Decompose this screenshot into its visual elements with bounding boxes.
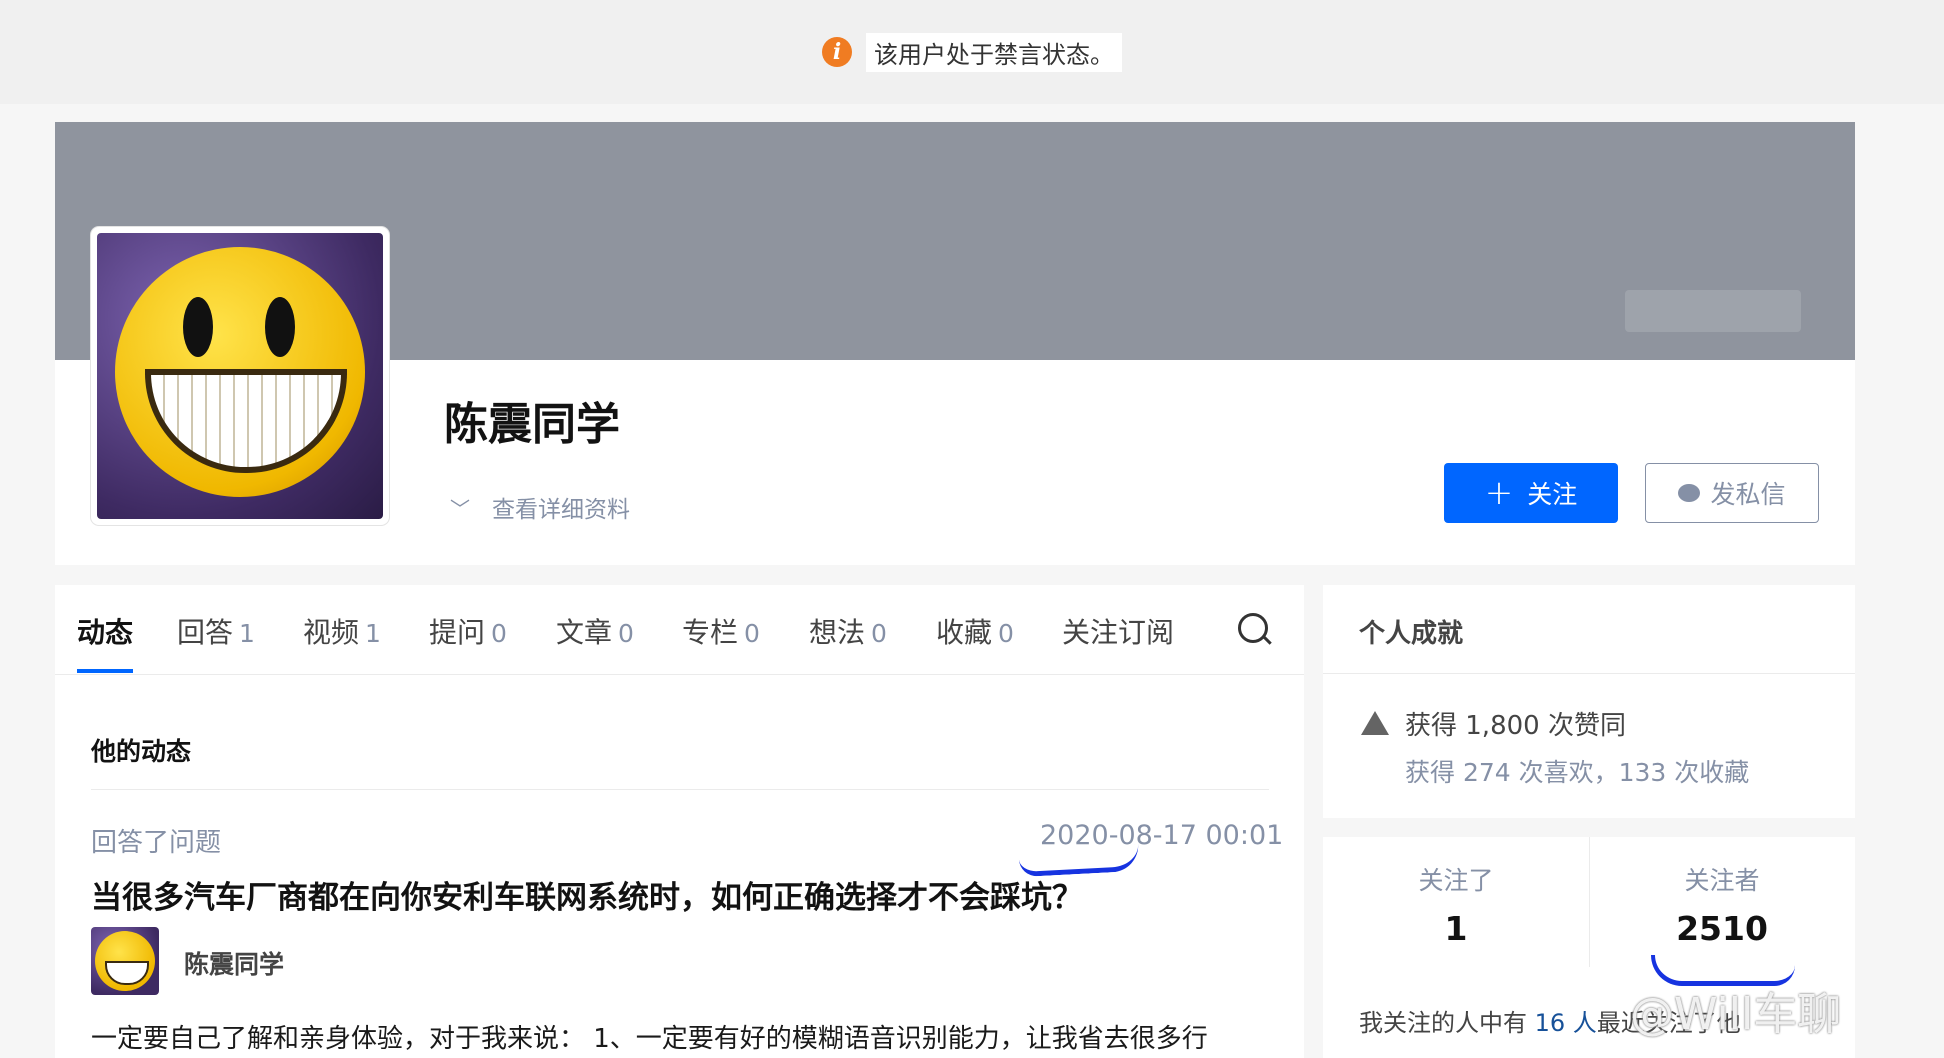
tab-videos[interactable]: 视频 1 bbox=[303, 611, 381, 651]
feed-item-excerpt[interactable]: 一定要自己了解和亲身体验，对于我来说： 1、一定要有好的模糊语音识别能力，让我省… bbox=[91, 1018, 1208, 1055]
tab-answers[interactable]: 回答 1 bbox=[177, 611, 255, 651]
follow-button-label: 关注 bbox=[1527, 480, 1578, 509]
followers-stat[interactable]: 关注者 2510 bbox=[1589, 861, 1855, 948]
view-details-label: 查看详细资料 bbox=[492, 497, 630, 523]
profile-name: 陈震同学 bbox=[444, 399, 620, 450]
feed-item-title[interactable]: 当很多汽车厂商都在向你安利车联网系统时，如何正确选择才不会踩坑？ bbox=[91, 872, 1083, 917]
tab-thoughts[interactable]: 想法 0 bbox=[809, 611, 887, 651]
following-value: 1 bbox=[1444, 909, 1468, 948]
cover-edit-button[interactable] bbox=[1625, 290, 1801, 332]
profile-tabs: 动态 回答 1 视频 1 提问 0 文章 0 专栏 0 想法 0 收藏 0 关注订阅 bbox=[55, 585, 1304, 675]
tab-questions[interactable]: 提问 0 bbox=[429, 611, 507, 651]
active-tab-indicator bbox=[77, 669, 133, 673]
follow-button[interactable]: + 关注 bbox=[1444, 463, 1618, 523]
following-stat[interactable]: 关注了 1 bbox=[1323, 861, 1589, 948]
following-label: 关注了 bbox=[1418, 866, 1494, 895]
search-icon[interactable] bbox=[1238, 613, 1268, 643]
tab-columns[interactable]: 专栏 0 bbox=[682, 611, 760, 651]
achievements-title: 个人成就 bbox=[1359, 619, 1464, 649]
info-icon: i bbox=[822, 37, 852, 67]
tab-collections[interactable]: 收藏 0 bbox=[936, 611, 1014, 651]
send-message-label: 发私信 bbox=[1710, 480, 1786, 509]
author-name[interactable]: 陈震同学 bbox=[184, 945, 284, 981]
notice-text: 该用户处于禁言状态。 bbox=[866, 32, 1122, 72]
feed-item-action: 回答了问题 bbox=[91, 828, 222, 858]
notice: i 该用户处于禁言状态。 bbox=[822, 32, 1122, 72]
tab-articles[interactable]: 文章 0 bbox=[556, 611, 634, 651]
achievements-card: 个人成就 获得 1,800 次赞同 获得 274 次喜欢，133 次收藏 bbox=[1323, 585, 1855, 818]
view-details-link[interactable]: ﹀ 查看详细资料 bbox=[450, 490, 630, 524]
avatar-image bbox=[97, 233, 383, 519]
followers-value: 2510 bbox=[1676, 909, 1768, 948]
tab-subscriptions[interactable]: 关注订阅 bbox=[1062, 611, 1174, 651]
notice-bar: i 该用户处于禁言状态。 bbox=[0, 0, 1944, 104]
feed-section-title: 他的动态 bbox=[91, 737, 192, 766]
send-message-button[interactable]: 发私信 bbox=[1645, 463, 1819, 523]
main-content-card: 动态 回答 1 视频 1 提问 0 文章 0 专栏 0 想法 0 收藏 0 关注订阅 他的动态… bbox=[55, 585, 1304, 1058]
chat-bubble-icon bbox=[1678, 484, 1701, 502]
chevron-down-icon: ﹀ bbox=[450, 496, 470, 521]
divider bbox=[91, 789, 1269, 790]
achievement-upvotes: 获得 1,800 次赞同 bbox=[1405, 711, 1626, 741]
achievement-likes: 获得 274 次喜欢，133 次收藏 bbox=[1405, 758, 1750, 787]
watermark: @Will车聊 bbox=[1630, 989, 1842, 1040]
profile-header-card: 陈震同学 ﹀ 查看详细资料 + 关注 发私信 bbox=[55, 122, 1855, 565]
divider bbox=[1323, 673, 1855, 674]
followers-label: 关注者 bbox=[1684, 866, 1760, 895]
upvote-icon bbox=[1361, 711, 1389, 735]
author-avatar[interactable] bbox=[91, 927, 159, 995]
plus-icon: + bbox=[1484, 473, 1514, 513]
tab-activity[interactable]: 动态 bbox=[77, 611, 133, 651]
avatar[interactable] bbox=[91, 227, 389, 525]
